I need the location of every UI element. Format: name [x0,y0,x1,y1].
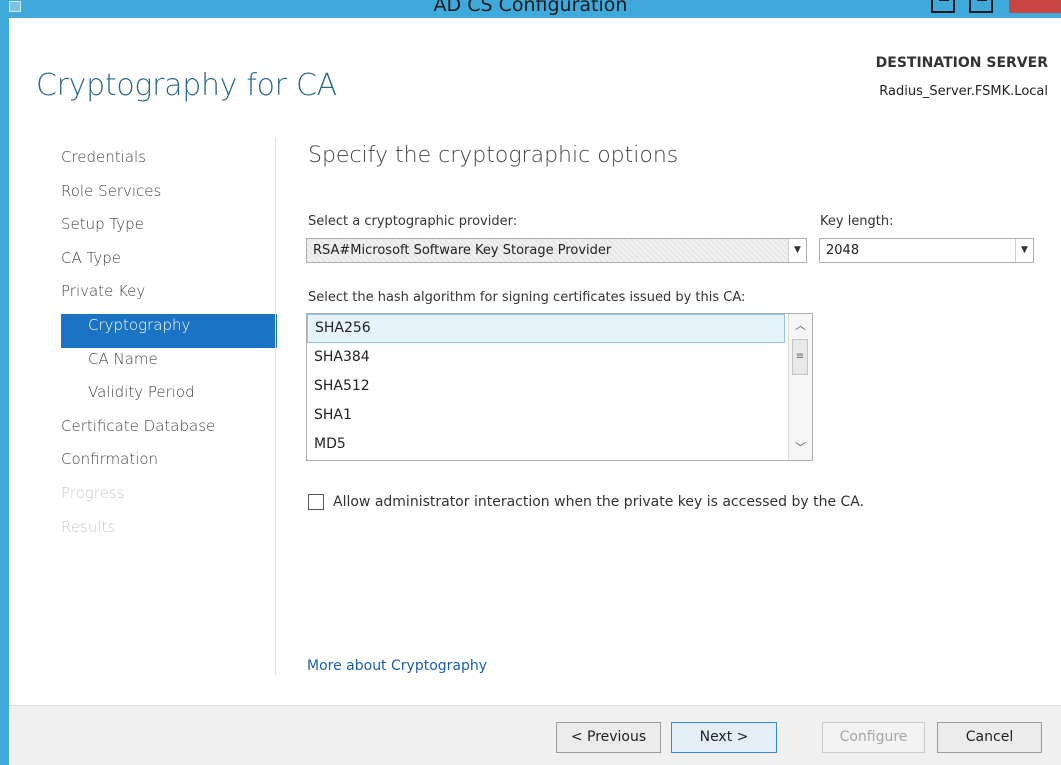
chevron-down-icon[interactable]: ▼ [1015,239,1033,262]
nav-item-progress: Progress [61,482,277,516]
section-heading: Specify the cryptographic options [308,143,679,168]
nav-item-credentials[interactable]: Credentials [61,146,277,180]
chevron-down-icon[interactable]: ﹀ [789,438,812,458]
provider-select-value: RSA#Microsoft Software Key Storage Provi… [313,243,612,258]
nav-item-label: CA Name [88,349,158,368]
nav-item-private-key[interactable]: Private Key [61,280,277,314]
nav-item-role-services[interactable]: Role Services [61,180,277,214]
main-panel: Cryptography for CA DESTINATION SERVER R… [9,18,1061,705]
next-button[interactable]: Next > [671,722,777,753]
nav-item-label: Private Key [61,282,146,301]
keylength-select-value: 2048 [826,243,860,258]
minimize-icon [939,0,949,1]
hash-option-sha1[interactable]: SHA1 [307,401,812,430]
hash-option-sha512[interactable]: SHA512 [307,372,812,401]
hash-option-md5[interactable]: MD5 [307,430,812,459]
provider-label: Select a cryptographic provider: [308,214,518,229]
maximize-icon [977,0,987,1]
more-about-cryptography-link[interactable]: More about Cryptography [307,658,487,674]
nav-item-label: Credentials [61,148,147,166]
chevron-down-icon[interactable]: ▼ [788,239,806,262]
close-button[interactable] [1009,0,1061,13]
list-scrollbar[interactable]: ︿ ≡ ﹀ [788,314,812,460]
hash-label: Select the hash algorithm for signing ce… [308,290,746,305]
nav-item-results: Results [61,516,277,550]
nav-item-confirmation[interactable]: Confirmation [61,448,277,482]
nav-item-validity-period[interactable]: Validity Period [61,381,277,415]
nav-item-label: Setup Type [61,215,144,234]
nav-item-label: Validity Period [88,383,195,402]
nav-item-certificate-database[interactable]: Certificate Database [61,415,277,449]
nav-item-ca-type[interactable]: CA Type [61,247,277,281]
wizard-nav: Credentials Role Services Setup Type CA Typ… [61,146,277,549]
hash-option-sha384[interactable]: SHA384 [307,343,812,372]
nav-item-label: CA Type [61,248,121,267]
keylength-label: Key length: [820,214,894,229]
cancel-button[interactable]: Cancel [937,722,1042,753]
nav-divider [275,138,276,676]
nav-item-label: Cryptography [88,315,191,334]
provider-select[interactable]: RSA#Microsoft Software Key Storage Provi… [306,238,807,263]
minimize-button[interactable] [931,0,955,13]
destination-server-label: DESTINATION SERVER [875,55,1048,71]
nav-item-cryptography[interactable]: Cryptography [61,313,277,348]
hash-list-items: SHA256 SHA384 SHA512 SHA1 MD5 [307,314,812,459]
nav-item-label: Results [61,517,116,536]
nav-item-label: Confirmation [61,450,159,469]
destination-server-name: Radius_Server.FSMK.Local [879,84,1048,99]
scroll-thumb[interactable]: ≡ [792,339,808,375]
title-bar: AD CS Configuration [0,0,1061,18]
configure-button[interactable]: Configure [822,722,925,753]
hash-algorithm-list[interactable]: SHA256 SHA384 SHA512 SHA1 MD5 ︿ ≡ ﹀ [306,313,813,461]
window-title: AD CS Configuration [433,0,628,16]
nav-item-setup-type[interactable]: Setup Type [61,213,277,247]
window-border [0,0,9,765]
nav-item-label: Progress [61,483,125,502]
keylength-select[interactable]: 2048 ▼ [819,238,1034,263]
admin-interaction-option[interactable]: Allow administrator interaction when the… [308,492,864,512]
page-title: Cryptography for CA [36,68,337,103]
maximize-button[interactable] [969,0,993,13]
wizard-footer: < Previous Next > Configure Cancel [9,705,1061,765]
admin-interaction-label: Allow administrator interaction when the… [333,494,865,510]
admin-interaction-checkbox[interactable] [308,494,324,510]
nav-item-ca-name[interactable]: CA Name [61,348,277,382]
chevron-up-icon[interactable]: ︿ [789,316,812,336]
nav-item-label: Certificate Database [61,416,216,435]
previous-button[interactable]: < Previous [556,722,661,753]
hash-option-sha256[interactable]: SHA256 [307,314,785,343]
nav-item-label: Role Services [61,181,162,200]
